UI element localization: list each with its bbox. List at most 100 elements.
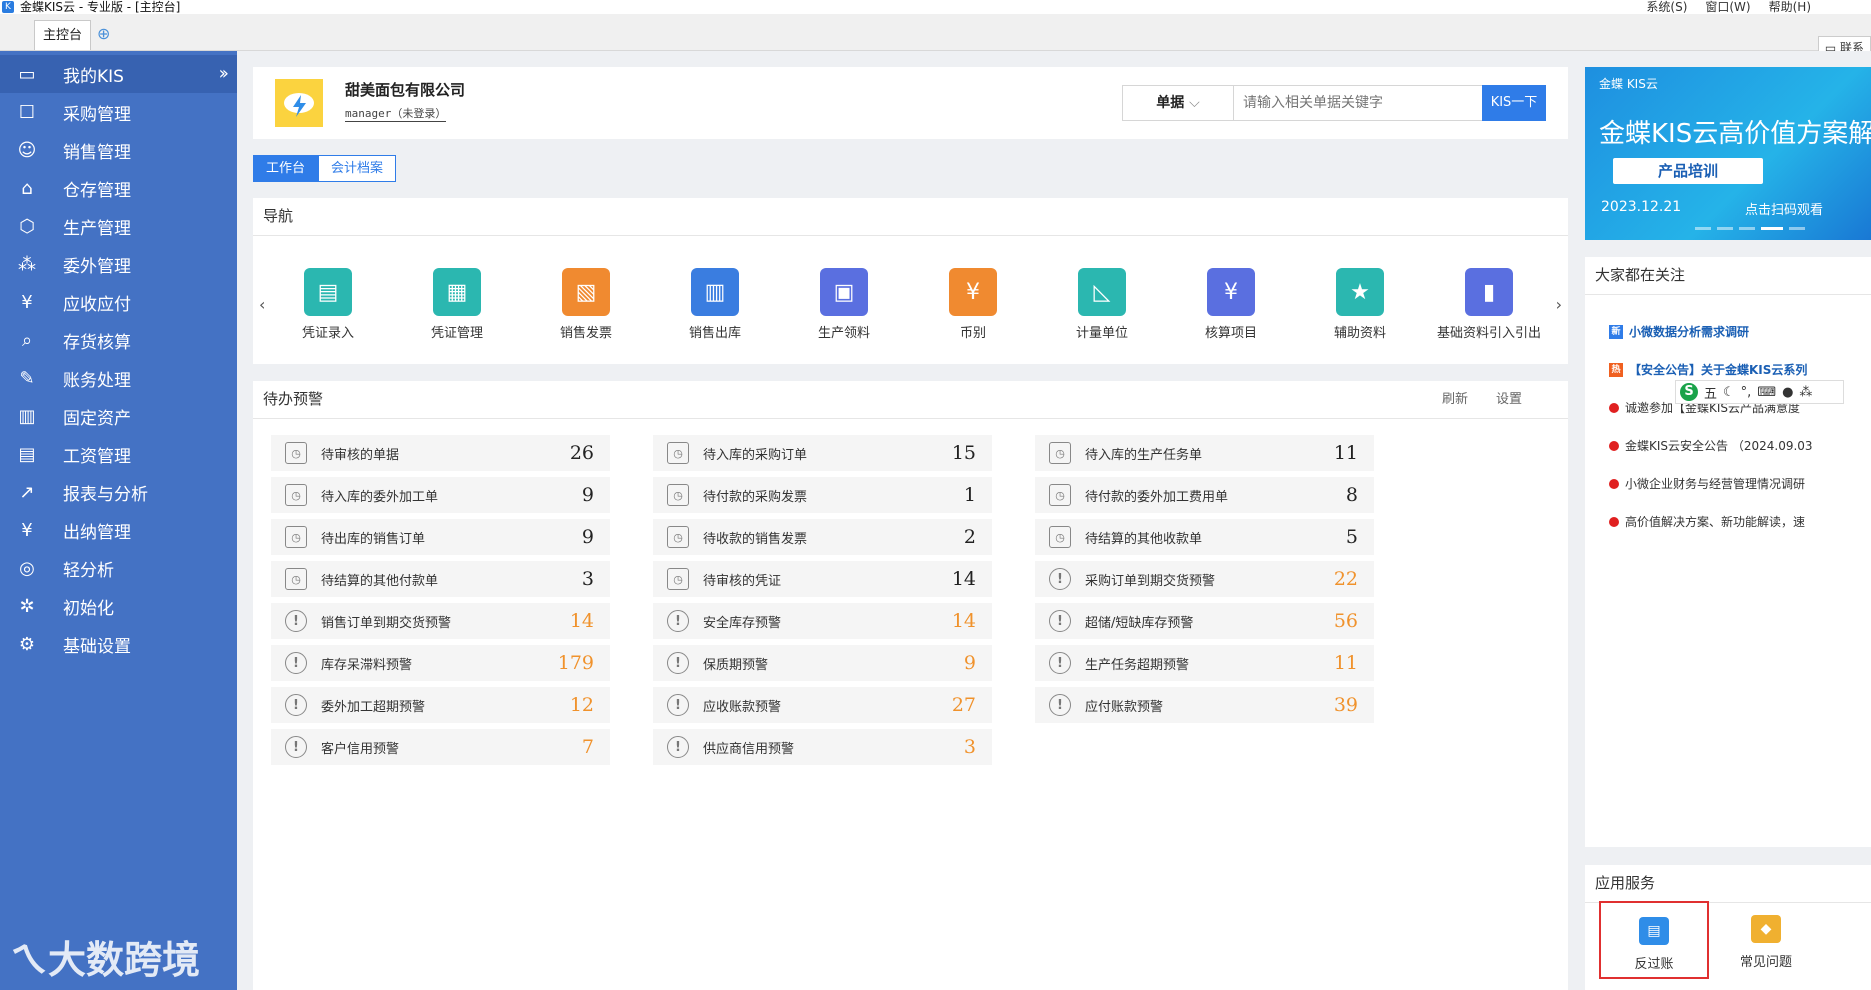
sidebar-item-label: 工资管理 — [63, 446, 131, 467]
todo-label: 待入库的采购订单 — [703, 447, 808, 463]
todo-item[interactable]: ◷ 待结算的其他付款单 3 — [271, 561, 610, 597]
todo-item[interactable]: ◷ 待收款的销售发票 2 — [653, 519, 992, 555]
settings-button[interactable]: 设置 — [1496, 381, 1522, 418]
todo-count: 22 — [1333, 568, 1358, 590]
nav-currency[interactable]: ¥ 币别 — [918, 268, 1028, 341]
todo-item[interactable]: ! 生产任务超期预警 11 — [1035, 645, 1374, 681]
todo-item[interactable]: ! 委外加工超期预警 12 — [271, 687, 610, 723]
todo-item[interactable]: ! 应收账款预警 27 — [653, 687, 992, 723]
todo-item[interactable]: ! 采购订单到期交货预警 22 — [1035, 561, 1374, 597]
nav-aux-data[interactable]: ★ 辅助资料 — [1305, 268, 1415, 341]
sidebar-item-ledger[interactable]: ✎ 账务处理 — [0, 359, 237, 397]
tab-accounting-archive[interactable]: 会计档案 — [318, 155, 397, 182]
focus-item[interactable]: 高价值解决方案、新功能解读，速 — [1609, 513, 1805, 530]
tab-workbench[interactable]: 工作台 — [253, 155, 319, 182]
todo-item[interactable]: ◷ 待入库的委外加工单 9 — [271, 477, 610, 513]
voucher-manage-icon: ▦ — [433, 268, 481, 316]
focus-item[interactable]: 金蝶KIS云安全公告 （2024.09.03 — [1609, 437, 1813, 454]
menu-help[interactable]: 帮助(H) — [1769, 0, 1811, 14]
red-dot-icon — [1609, 402, 1619, 413]
search-input[interactable] — [1235, 86, 1485, 120]
sidebar-item-init[interactable]: ✲ 初始化 — [0, 587, 237, 625]
nav-sales-outbound[interactable]: ▥ 销售出库 — [660, 268, 770, 341]
sidebar-item-my-kis[interactable]: ▭ 我的KIS ›› — [0, 55, 237, 93]
focus-item[interactable]: 热【安全公告】关于金蝶KIS云系列 — [1609, 361, 1807, 378]
sidebar-item-label: 报表与分析 — [63, 484, 148, 505]
chart-icon: ↗ — [19, 481, 35, 503]
menu-window[interactable]: 窗口(W) — [1705, 0, 1750, 14]
banner-pager[interactable] — [1695, 227, 1805, 230]
sidebar-item-purchase[interactable]: ☐ 采购管理 — [0, 93, 237, 131]
doc-type-select[interactable]: 单据 ⌵ — [1123, 86, 1234, 120]
todo-item[interactable]: ◷ 待审核的凭证 14 — [653, 561, 992, 597]
todo-item[interactable]: ◷ 待审核的单据 26 — [271, 435, 610, 471]
faq-service[interactable]: ◆ 常见问题 — [1711, 901, 1821, 979]
todo-item[interactable]: ! 客户信用预警 7 — [271, 729, 610, 765]
banner-training: 产品培训 — [1613, 158, 1763, 184]
sidebar-item-cashier[interactable]: ¥ 出纳管理 — [0, 511, 237, 549]
add-tab-icon[interactable]: ⊕ — [97, 24, 110, 43]
todo-item[interactable]: ◷ 待付款的委外加工费用单 8 — [1035, 477, 1374, 513]
nav-accounting-item[interactable]: ¥ 核算项目 — [1176, 268, 1286, 341]
focus-item[interactable]: 新小微数据分析需求调研 — [1609, 323, 1749, 340]
todo-item[interactable]: ! 销售订单到期交货预警 14 — [271, 603, 610, 639]
focus-item[interactable]: 小微企业财务与经营管理情况调研 — [1609, 475, 1805, 492]
todo-header: 待办预警 刷新 设置 — [253, 381, 1568, 419]
nav-sales-invoice[interactable]: ▧ 销售发票 — [531, 268, 641, 341]
document-clock-icon: ◷ — [1049, 484, 1071, 506]
nav-prev-icon[interactable]: ‹ — [259, 295, 265, 314]
sidebar-item-receivable[interactable]: ¥ 应收应付 — [0, 283, 237, 321]
todo-item[interactable]: ! 保质期预警 9 — [653, 645, 992, 681]
nav-import-export[interactable]: ▮ 基础资料引入引出 — [1434, 268, 1544, 341]
red-dot-icon — [1609, 516, 1619, 527]
punctuation-icon: °, — [1740, 384, 1752, 400]
tab-main-console[interactable]: 主控台 — [34, 20, 92, 50]
todo-item[interactable]: ◷ 待入库的生产任务单 11 — [1035, 435, 1374, 471]
warning-icon: ! — [1049, 568, 1071, 590]
nav-unit[interactable]: ◺ 计量单位 — [1047, 268, 1157, 341]
title-bar: K 金蝶KIS云 - 专业版 - [主控台] 系统(S) 窗口(W) 帮助(H) — [0, 0, 1871, 14]
sidebar-item-inventory[interactable]: ⌕ 存货核算 — [0, 321, 237, 359]
todo-item[interactable]: ◷ 待结算的其他收款单 5 — [1035, 519, 1374, 555]
reverse-posting-service[interactable]: ▤ 反过账 — [1599, 901, 1709, 979]
collapse-icon[interactable]: ›› — [219, 63, 230, 84]
nav-production-picking[interactable]: ▣ 生产领料 — [789, 268, 899, 341]
sidebar-item-assets[interactable]: ▥ 固定资产 — [0, 397, 237, 435]
login-user-link[interactable]: manager（未登录） — [345, 105, 447, 122]
todo-item[interactable]: ! 应付账款预警 39 — [1035, 687, 1374, 723]
sidebar-item-sales[interactable]: ☺ 销售管理 — [0, 131, 237, 169]
todo-item[interactable]: ! 供应商信用预警 3 — [653, 729, 992, 765]
nav-voucher-manage[interactable]: ▦ 凭证管理 — [402, 268, 512, 341]
todo-item[interactable]: ! 库存呆滞料预警 179 — [271, 645, 610, 681]
todo-item[interactable]: ! 超储/短缺库存预警 56 — [1035, 603, 1374, 639]
production-icon: ⬡ — [19, 215, 35, 237]
promo-banner[interactable]: 金蝶 KIS云 金蝶KIS云高价值方案解读 产品培训 2023.12.21 点击… — [1585, 67, 1871, 240]
todo-label: 保质期预警 — [703, 657, 769, 673]
nav-voucher-entry[interactable]: ▤ 凭证录入 — [273, 268, 383, 341]
sidebar-item-label: 固定资产 — [63, 408, 131, 429]
sidebar-item-outsource[interactable]: ⁂ 委外管理 — [0, 245, 237, 283]
refresh-button[interactable]: 刷新 — [1442, 381, 1468, 418]
sidebar-item-light-analysis[interactable]: ◎ 轻分析 — [0, 549, 237, 587]
todo-item[interactable]: ! 安全库存预警 14 — [653, 603, 992, 639]
todo-item[interactable]: ◷ 待付款的采购发票 1 — [653, 477, 992, 513]
sidebar-item-salary[interactable]: ▤ 工资管理 — [0, 435, 237, 473]
sidebar-item-label: 采购管理 — [63, 104, 131, 125]
sidebar-item-reports[interactable]: ↗ 报表与分析 — [0, 473, 237, 511]
todo-item[interactable]: ◷ 待入库的采购订单 15 — [653, 435, 992, 471]
document-clock-icon: ◷ — [285, 526, 307, 548]
document-clock-icon: ◷ — [1049, 442, 1071, 464]
ime-toolbar[interactable]: S 五 ☾ °, ⌨ ● ⁂ — [1675, 380, 1844, 404]
sidebar-item-production[interactable]: ⬡ 生产管理 — [0, 207, 237, 245]
todo-item[interactable]: ◷ 待出库的销售订单 9 — [271, 519, 610, 555]
search-button[interactable]: KIS一下 — [1482, 85, 1546, 121]
user-icon: ● — [1782, 384, 1794, 400]
todo-label: 待付款的采购发票 — [703, 489, 808, 505]
sidebar-item-warehouse[interactable]: ⌂ 仓存管理 — [0, 169, 237, 207]
nav-next-icon[interactable]: › — [1556, 295, 1562, 314]
ime-mode: 五 — [1704, 386, 1718, 402]
menu-system[interactable]: 系统(S) — [1646, 0, 1687, 14]
nav-header: 导航 — [253, 198, 1568, 236]
warehouse-icon: ⌂ — [21, 177, 33, 199]
sidebar-item-settings[interactable]: ⚙ 基础设置 — [0, 625, 237, 663]
